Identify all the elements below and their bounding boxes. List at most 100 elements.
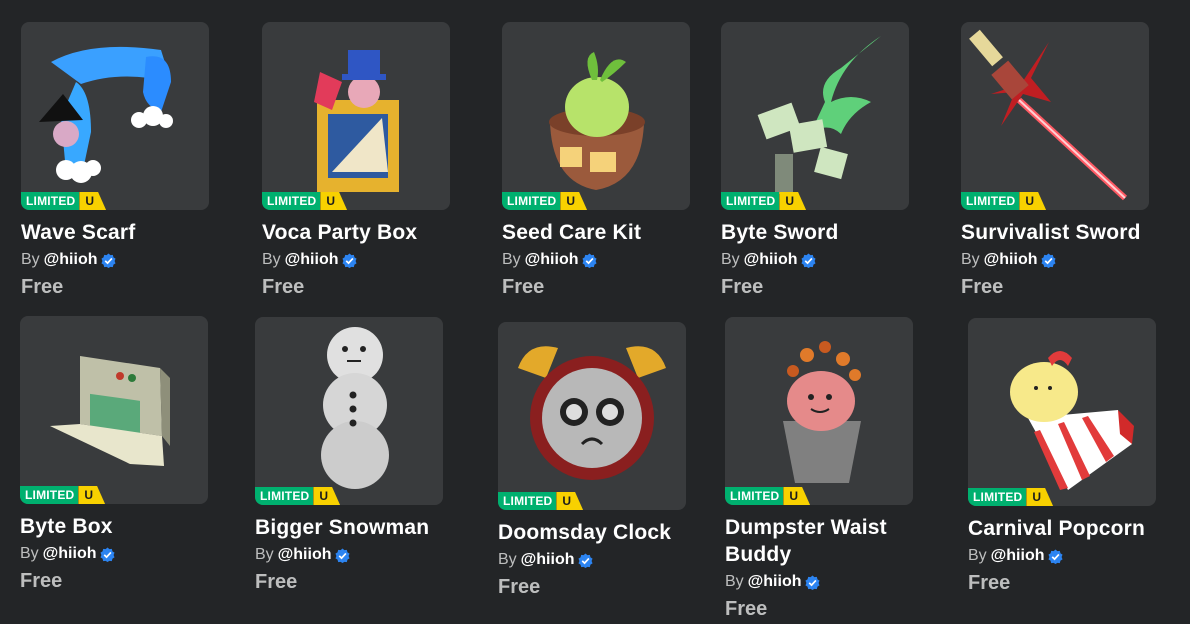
item-name[interactable]: Byte Box — [20, 513, 210, 540]
creator-link[interactable]: @hiioh — [285, 250, 339, 270]
unique-label: U — [79, 192, 107, 210]
item-price: Free — [721, 276, 764, 298]
item-name[interactable]: Survivalist Sword — [961, 219, 1151, 246]
unique-label: U — [560, 192, 588, 210]
item-price: Free — [961, 276, 1004, 298]
item-creator: By @hiioh — [961, 250, 1151, 270]
item-creator: By @hiioh — [502, 250, 692, 270]
item-thumbnail[interactable]: LIMITED U — [725, 317, 913, 505]
creator-link[interactable]: @hiioh — [278, 545, 332, 565]
item-card[interactable]: LIMITED U Byte Box By @hiioh Free — [20, 316, 210, 593]
verified-badge-icon — [801, 252, 817, 268]
item-card[interactable]: LIMITED U Byte Sword By @hiioh Free — [721, 22, 911, 299]
creator-link[interactable]: @hiioh — [525, 250, 579, 270]
verified-badge-icon — [1048, 548, 1064, 564]
item-card[interactable]: LIMITED U Survivalist Sword By @hiioh Fr… — [961, 22, 1151, 299]
verified-badge-icon — [342, 252, 358, 268]
item-thumbnail[interactable]: LIMITED U — [721, 22, 909, 210]
unique-label: U — [78, 486, 106, 504]
creator-link[interactable]: @hiioh — [984, 250, 1038, 270]
limited-unique-badge: LIMITED U — [20, 486, 106, 504]
item-creator: By @hiioh — [20, 544, 210, 564]
unique-label: U — [320, 192, 348, 210]
doomsday-clock-image — [518, 346, 666, 480]
limited-unique-badge: LIMITED U — [725, 487, 811, 505]
item-creator: By @hiioh — [498, 550, 688, 570]
item-thumbnail[interactable]: LIMITED U — [255, 317, 443, 505]
seed-care-kit-image — [549, 52, 645, 190]
item-creator: By @hiioh — [968, 546, 1178, 566]
item-name[interactable]: Byte Sword — [721, 219, 911, 246]
item-creator: By @hiioh — [21, 250, 211, 270]
by-label: By — [725, 573, 744, 590]
item-name[interactable]: Seed Care Kit — [502, 219, 692, 246]
item-card[interactable]: LIMITED U Wave Scarf By @hiioh Free — [21, 22, 211, 299]
item-price: Free — [21, 276, 64, 298]
limited-unique-badge: LIMITED U — [721, 192, 807, 210]
item-price: Free — [502, 276, 545, 298]
unique-label: U — [783, 487, 811, 505]
creator-link[interactable]: @hiioh — [43, 544, 97, 564]
limited-unique-badge: LIMITED U — [968, 488, 1054, 506]
item-name[interactable]: Bigger Snowman — [255, 514, 445, 541]
verified-badge-icon — [578, 552, 594, 568]
item-card[interactable]: LIMITED U Dumpster Waist Buddy By @hiioh… — [725, 317, 925, 621]
item-thumbnail[interactable]: LIMITED U — [502, 22, 690, 210]
creator-link[interactable]: @hiioh — [748, 572, 802, 592]
item-card[interactable]: LIMITED U Carnival Popcorn By @hiioh Fre… — [968, 318, 1178, 595]
item-card[interactable]: LIMITED U Bigger Snowman By @hiioh Free — [255, 317, 445, 594]
item-card[interactable]: LIMITED U Seed Care Kit By @hiioh Free — [502, 22, 692, 299]
item-thumbnail[interactable]: LIMITED U — [262, 22, 450, 210]
verified-badge-icon — [1041, 252, 1057, 268]
by-label: By — [721, 251, 740, 268]
verified-badge-icon — [582, 252, 598, 268]
carnival-popcorn-image — [1010, 351, 1134, 490]
wave-scarf-image — [39, 46, 173, 183]
creator-link[interactable]: @hiioh — [521, 550, 575, 570]
limited-unique-badge: LIMITED U — [255, 487, 341, 505]
creator-link[interactable]: @hiioh — [991, 546, 1045, 566]
by-label: By — [968, 547, 987, 564]
item-name[interactable]: Dumpster Waist Buddy — [725, 514, 925, 568]
item-thumbnail[interactable]: LIMITED U — [498, 322, 686, 510]
dumpster-waist-buddy-image — [783, 341, 861, 483]
unique-label: U — [1019, 192, 1047, 210]
item-thumbnail[interactable]: LIMITED U — [961, 22, 1149, 210]
item-price: Free — [255, 571, 298, 593]
by-label: By — [498, 551, 517, 568]
creator-link[interactable]: @hiioh — [744, 250, 798, 270]
limited-unique-badge: LIMITED U — [961, 192, 1047, 210]
item-price: Free — [498, 576, 541, 598]
item-thumbnail[interactable]: LIMITED U — [21, 22, 209, 210]
item-price: Free — [262, 276, 305, 298]
byte-box-image — [50, 356, 170, 466]
item-name[interactable]: Doomsday Clock — [498, 519, 688, 546]
creator-link[interactable]: @hiioh — [44, 250, 98, 270]
item-card[interactable]: LIMITED U Doomsday Clock By @hiioh Free — [498, 322, 688, 599]
limited-unique-badge: LIMITED U — [502, 192, 588, 210]
item-name[interactable]: Voca Party Box — [262, 219, 452, 246]
by-label: By — [21, 251, 40, 268]
item-creator: By @hiioh — [262, 250, 452, 270]
limited-label: LIMITED — [498, 492, 557, 510]
limited-label: LIMITED — [721, 192, 780, 210]
item-name[interactable]: Wave Scarf — [21, 219, 211, 246]
limited-label: LIMITED — [255, 487, 314, 505]
by-label: By — [255, 546, 274, 563]
limited-unique-badge: LIMITED U — [498, 492, 584, 510]
voca-party-box-image — [314, 50, 399, 192]
item-card[interactable]: LIMITED U Voca Party Box By @hiioh Free — [262, 22, 452, 299]
unique-label: U — [779, 192, 807, 210]
limited-label: LIMITED — [725, 487, 784, 505]
limited-label: LIMITED — [262, 192, 321, 210]
item-thumbnail[interactable]: LIMITED U — [20, 316, 208, 504]
item-name[interactable]: Carnival Popcorn — [968, 515, 1178, 542]
unique-label: U — [1026, 488, 1054, 506]
limited-unique-badge: LIMITED U — [262, 192, 348, 210]
limited-label: LIMITED — [21, 192, 80, 210]
byte-sword-image — [757, 36, 881, 194]
item-thumbnail[interactable]: LIMITED U — [968, 318, 1156, 506]
item-creator: By @hiioh — [255, 545, 445, 565]
by-label: By — [961, 251, 980, 268]
limited-label: LIMITED — [20, 486, 79, 504]
